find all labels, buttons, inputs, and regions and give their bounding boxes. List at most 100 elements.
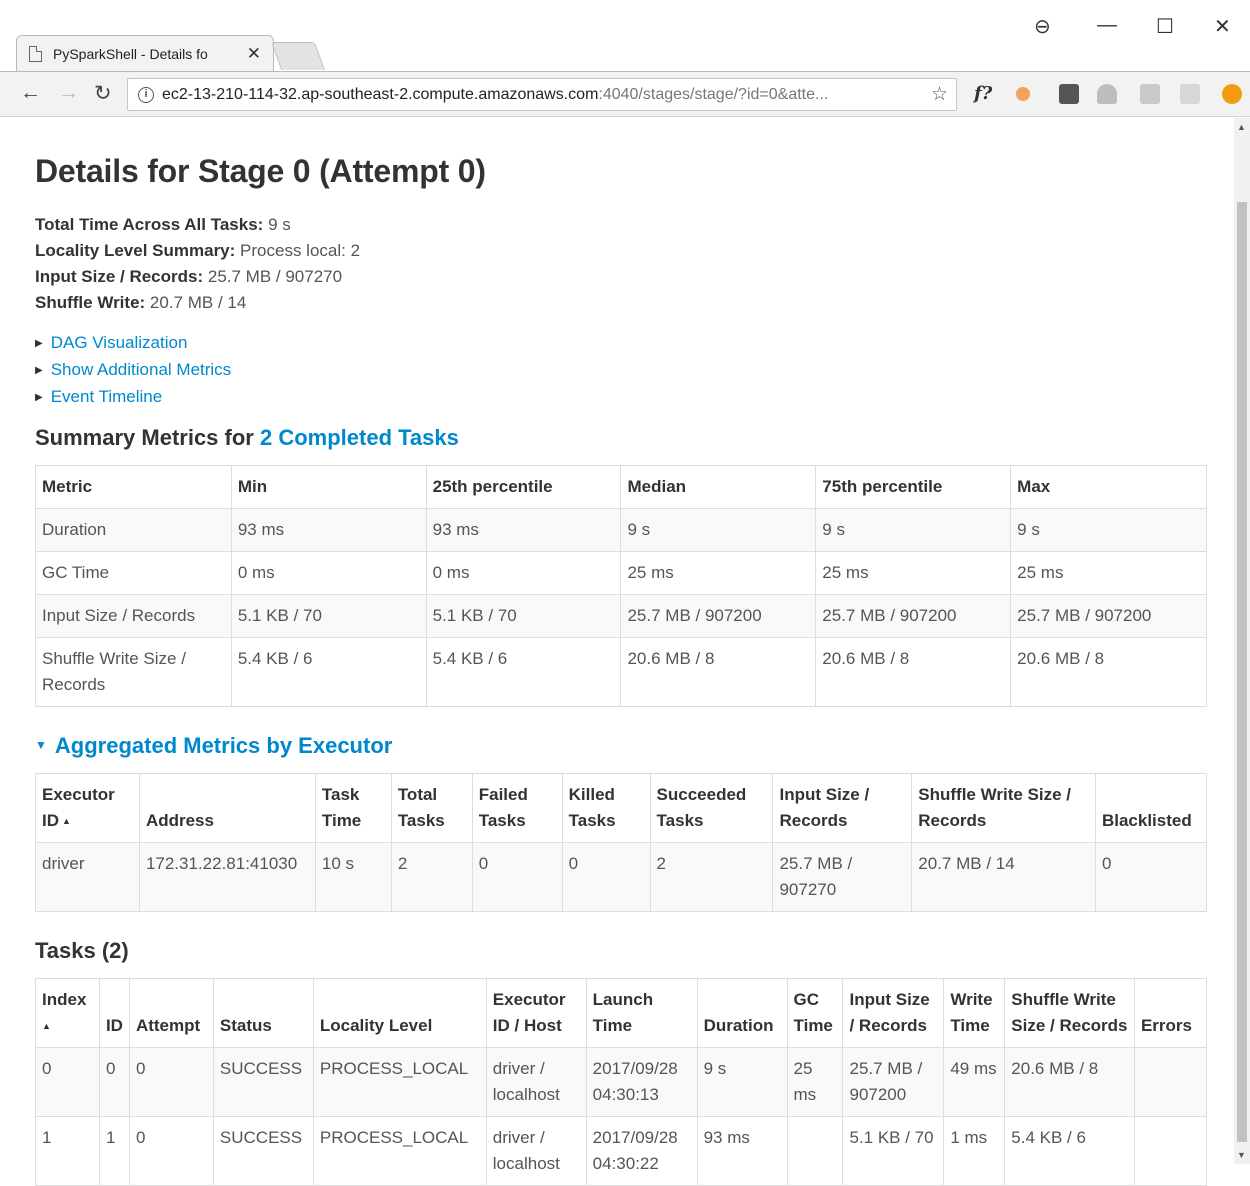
sort-asc-icon: ▲: [62, 816, 71, 826]
column-header[interactable]: Blacklisted: [1094, 773, 1208, 843]
table-cell: Input Size / Records: [35, 594, 232, 638]
summary-label: Shuffle Write:: [35, 293, 146, 312]
back-icon[interactable]: ←: [20, 81, 41, 105]
column-header[interactable]: Max: [1010, 465, 1207, 509]
table-cell: 25 ms: [620, 551, 817, 595]
table-cell: [786, 1116, 844, 1186]
column-header[interactable]: Shuffle Write Size / Records: [911, 773, 1096, 843]
table-cell: PROCESS_LOCAL: [312, 1116, 487, 1186]
column-header[interactable]: Killed Tasks: [561, 773, 651, 843]
table-cell: 49 ms: [943, 1047, 1006, 1117]
column-header[interactable]: Locality Level: [312, 978, 487, 1048]
column-header[interactable]: ID: [98, 978, 130, 1048]
column-header[interactable]: Failed Tasks: [471, 773, 563, 843]
extension-pdf-icon[interactable]: [1180, 84, 1200, 104]
extension-dark-icon[interactable]: [1059, 84, 1079, 104]
summary-total-time: Total Time Across All Tasks: 9 s: [35, 212, 1210, 238]
table-cell: 20.6 MB / 8: [620, 637, 817, 707]
column-header[interactable]: Input Size / Records: [772, 773, 913, 843]
extension-circle-icon[interactable]: [1222, 84, 1242, 104]
column-header[interactable]: Median: [620, 465, 817, 509]
table-cell: 5.1 KB / 70: [230, 594, 427, 638]
column-header[interactable]: Task Time: [314, 773, 392, 843]
scrollbar-thumb[interactable]: [1237, 202, 1247, 1142]
dag-visualization-link[interactable]: ▶ DAG Visualization: [35, 330, 1210, 357]
link-label: DAG Visualization: [50, 333, 188, 352]
column-header[interactable]: Address: [138, 773, 316, 843]
table-cell: 2: [649, 842, 774, 912]
table-cell: Shuffle Write Size / Records: [35, 637, 232, 707]
column-header[interactable]: Input Size / Records: [842, 978, 945, 1048]
address-bar[interactable]: i ec2-13-210-114-32.ap-southeast-2.compu…: [127, 78, 957, 111]
heading-text: Summary Metrics for: [35, 425, 254, 450]
maximize-icon[interactable]: ☐: [1156, 14, 1174, 39]
extension-f-icon[interactable]: f?: [974, 83, 992, 104]
minimize-icon[interactable]: —: [1097, 14, 1117, 37]
table-cell: 9 s: [1010, 508, 1207, 552]
extension-g-icon[interactable]: [1140, 84, 1160, 104]
table-cell: 93 ms: [230, 508, 427, 552]
column-header[interactable]: Errors: [1133, 978, 1208, 1048]
table-cell: SUCCESS: [212, 1116, 314, 1186]
new-tab-button[interactable]: [270, 42, 326, 70]
window-close-icon[interactable]: ✕: [1214, 14, 1231, 39]
table-cell: 5.1 KB / 70: [425, 594, 622, 638]
column-header[interactable]: Metric: [35, 465, 232, 509]
profile-icon[interactable]: ⊖: [1034, 14, 1051, 39]
table-cell: 25 ms: [786, 1047, 844, 1117]
column-header[interactable]: Shuffle Write Size / Records: [1004, 978, 1135, 1048]
column-header[interactable]: Executor ID / Host: [485, 978, 587, 1048]
extension-orange-icon[interactable]: [1016, 87, 1030, 101]
info-icon[interactable]: i: [138, 86, 154, 103]
link-label: Event Timeline: [50, 387, 163, 406]
browser-tab-active[interactable]: PySparkShell - Details fo ✕: [16, 35, 274, 71]
summary-value: Process local: 2: [240, 241, 361, 260]
table-cell: 9 s: [815, 508, 1012, 552]
aggregated-metrics-toggle[interactable]: ▼ Aggregated Metrics by Executor: [35, 733, 1210, 759]
column-header[interactable]: Write Time: [943, 978, 1006, 1048]
column-header[interactable]: Succeeded Tasks: [649, 773, 774, 843]
scroll-up-icon[interactable]: ▲: [1237, 122, 1246, 132]
sort-asc-icon: ▲: [42, 1021, 51, 1031]
summary-label: Input Size / Records:: [35, 267, 204, 286]
completed-tasks-link[interactable]: 2 Completed Tasks: [260, 425, 459, 450]
summary-locality: Locality Level Summary: Process local: 2: [35, 238, 1210, 264]
forward-icon[interactable]: →: [58, 81, 79, 105]
extension-cloud-icon[interactable]: [1097, 84, 1117, 104]
table-cell: 5.4 KB / 6: [230, 637, 427, 707]
column-header[interactable]: Executor ID ▲: [35, 773, 140, 843]
table-cell: 0: [98, 1047, 130, 1117]
page-scrollbar[interactable]: ▲ ▼: [1234, 118, 1250, 1164]
table-cell: 20.6 MB / 8: [815, 637, 1012, 707]
summary-input-size: Input Size / Records: 25.7 MB / 907270: [35, 264, 1210, 290]
column-header[interactable]: 25th percentile: [425, 465, 622, 509]
additional-metrics-link[interactable]: ▶ Show Additional Metrics: [35, 357, 1210, 384]
column-header[interactable]: Attempt: [128, 978, 214, 1048]
summary-metrics-heading: Summary Metrics for 2 Completed Tasks: [35, 425, 1210, 451]
table-cell: 0 ms: [425, 551, 622, 595]
bookmark-star-icon[interactable]: ☆: [931, 83, 948, 106]
table-cell: 0: [471, 842, 563, 912]
column-header[interactable]: Min: [230, 465, 427, 509]
event-timeline-link[interactable]: ▶ Event Timeline: [35, 384, 1210, 411]
column-header[interactable]: 75th percentile: [815, 465, 1012, 509]
column-header[interactable]: Launch Time: [585, 978, 698, 1048]
scroll-down-icon[interactable]: ▼: [1237, 1150, 1246, 1160]
close-icon[interactable]: ✕: [247, 44, 261, 64]
table-cell: driver: [35, 842, 140, 912]
column-header[interactable]: Status: [212, 978, 314, 1048]
table-row: Shuffle Write Size / Records 5.4 KB / 6 …: [35, 637, 1207, 707]
table-cell: 20.7 MB / 14: [911, 842, 1096, 912]
header-label: Executor ID: [42, 785, 115, 830]
reload-icon[interactable]: ↻: [94, 81, 112, 106]
column-header[interactable]: GC Time: [786, 978, 844, 1048]
column-header[interactable]: Index ▲: [35, 978, 100, 1048]
table-cell: 1 ms: [943, 1116, 1006, 1186]
column-header[interactable]: Duration: [696, 978, 788, 1048]
page-icon: [29, 45, 42, 62]
table-cell: 93 ms: [425, 508, 622, 552]
column-header[interactable]: Total Tasks: [390, 773, 473, 843]
table-row: Input Size / Records 5.1 KB / 70 5.1 KB …: [35, 594, 1207, 638]
page-content: Details for Stage 0 (Attempt 0) Total Ti…: [35, 118, 1210, 1186]
expand-arrow-icon: ▶: [35, 365, 43, 376]
